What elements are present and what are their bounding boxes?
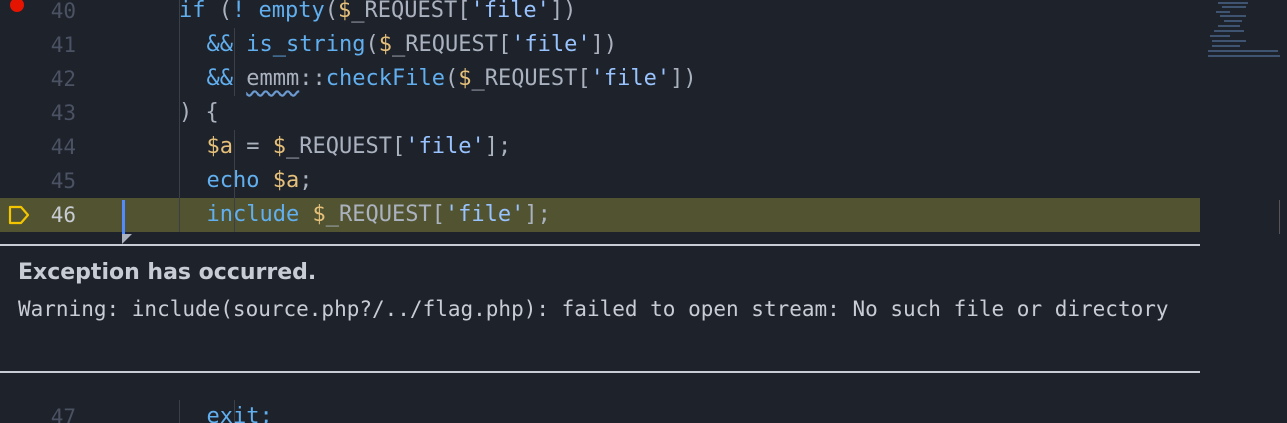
code-token: ; bbox=[299, 168, 313, 193]
line-number: 44 bbox=[50, 135, 76, 159]
code-token: _REQUEST bbox=[391, 32, 498, 57]
code-text: if (! empty($_REQUEST['file']) bbox=[179, 0, 576, 28]
code-token: ( bbox=[444, 66, 459, 91]
code-token: echo bbox=[206, 168, 260, 193]
code-token: 'file' bbox=[405, 134, 485, 159]
line-number: 47 bbox=[50, 405, 76, 423]
code-token: 'file' bbox=[590, 66, 671, 91]
indent-guide bbox=[179, 164, 180, 198]
line-number: 41 bbox=[50, 33, 76, 57]
indent-guide bbox=[179, 130, 180, 164]
code-line[interactable]: 47 exit; bbox=[0, 400, 1202, 423]
code-line[interactable]: 44 $a = $_REQUEST['file']; bbox=[0, 130, 1202, 164]
code-token: [ bbox=[431, 202, 445, 227]
code-editor[interactable]: 40 if (! empty($_REQUEST['file']) 41 && is_… bbox=[0, 0, 1287, 423]
code-token: 'file' bbox=[470, 0, 550, 23]
code-token: [ bbox=[391, 134, 406, 159]
code-token: ]) bbox=[670, 66, 697, 91]
code-text: include $_REQUEST['file']; bbox=[207, 198, 551, 232]
code-token: [ bbox=[457, 0, 471, 23]
code-token: ( bbox=[205, 0, 232, 23]
indent-guide bbox=[179, 62, 180, 96]
code-text: && emmm::checkFile($_REQUEST['file']) bbox=[207, 62, 697, 96]
code-token: $a bbox=[206, 134, 234, 159]
code-text: $a = $_REQUEST['file']; bbox=[207, 130, 512, 164]
line-number: 45 bbox=[50, 169, 76, 193]
code-token: [ bbox=[577, 66, 591, 91]
code-token: $a bbox=[272, 168, 300, 193]
indent-guide bbox=[179, 400, 180, 423]
code-line[interactable]: 43 ) { bbox=[0, 96, 1202, 130]
code-token: $ bbox=[458, 66, 472, 91]
code-text: ) { bbox=[179, 96, 219, 130]
code-text: && is_string($_REQUEST['file']) bbox=[207, 28, 618, 62]
code-token: $ bbox=[312, 202, 326, 227]
code-token: _REQUEST bbox=[325, 202, 432, 227]
code-token: :: bbox=[299, 66, 326, 91]
code-token: $ bbox=[337, 0, 352, 23]
code-token: ! bbox=[232, 0, 246, 23]
current-line[interactable]: 46 include $_REQUEST['file']; bbox=[0, 198, 1202, 232]
code-line[interactable]: 45 echo $a; bbox=[0, 164, 1202, 198]
code-token: ( bbox=[324, 0, 338, 23]
code-token: ]; bbox=[484, 134, 512, 159]
code-token: _REQUEST bbox=[286, 134, 392, 159]
line-number: 42 bbox=[50, 67, 76, 91]
code-token: [ bbox=[497, 32, 512, 57]
code-token: if bbox=[179, 0, 206, 23]
breakpoint-dot-icon[interactable] bbox=[10, 0, 24, 12]
code-text: exit; bbox=[207, 400, 273, 423]
code-token: && bbox=[206, 32, 234, 57]
code-text: echo $a; bbox=[207, 164, 313, 198]
code-line[interactable]: 41 && is_string($_REQUEST['file']) bbox=[0, 28, 1202, 62]
code-token: 'file' bbox=[444, 202, 525, 227]
line-number: 43 bbox=[50, 101, 76, 125]
code-token: && bbox=[206, 66, 234, 91]
code-token: ]; bbox=[524, 202, 551, 227]
line-number: 40 bbox=[50, 0, 76, 23]
scrollbar-slider[interactable] bbox=[1279, 200, 1287, 234]
indent-guide bbox=[179, 198, 180, 232]
indent-guide bbox=[179, 28, 180, 62]
code-token: ( bbox=[365, 32, 379, 57]
code-token: ) { bbox=[179, 100, 219, 125]
code-token: is_string bbox=[246, 32, 366, 57]
code-line[interactable]: 42 && emmm::checkFile($_REQUEST['file']) bbox=[0, 62, 1202, 96]
code-token: _REQUEST bbox=[351, 0, 458, 23]
debug-stackframe-arrow-icon bbox=[8, 205, 30, 225]
peek-pointer-icon bbox=[122, 234, 132, 244]
code-token: = bbox=[233, 134, 273, 159]
exception-title: Exception has occurred. bbox=[18, 260, 317, 285]
exception-message: Warning: include(source.php?/../flag.php… bbox=[18, 297, 1169, 321]
exception-widget: Exception has occurred. Warning: include… bbox=[0, 244, 1202, 373]
code-token: empty bbox=[258, 0, 325, 23]
code-token: exit; bbox=[206, 404, 273, 423]
minimap[interactable] bbox=[1200, 0, 1287, 423]
code-token: 'file' bbox=[511, 32, 591, 57]
code-token: checkFile bbox=[325, 66, 445, 91]
code-token: $ bbox=[272, 134, 286, 159]
text-cursor bbox=[122, 200, 125, 234]
code-line[interactable]: 40 if (! empty($_REQUEST['file']) bbox=[0, 0, 1202, 28]
code-token: ]) bbox=[549, 0, 577, 23]
code-token: ]) bbox=[590, 32, 618, 57]
code-token: _REQUEST bbox=[471, 66, 578, 91]
code-token: include bbox=[206, 202, 300, 227]
line-number: 46 bbox=[50, 203, 76, 227]
warning-squiggle-token: emmm bbox=[246, 66, 300, 91]
code-token: $ bbox=[378, 32, 392, 57]
